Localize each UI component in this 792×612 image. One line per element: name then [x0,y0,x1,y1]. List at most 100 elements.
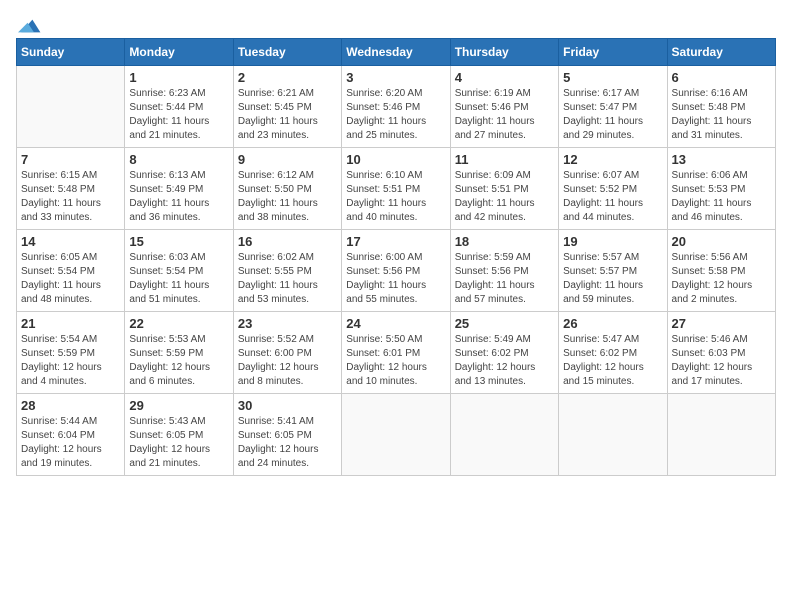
day-number: 8 [129,152,228,167]
logo-icon [18,16,42,36]
day-number: 17 [346,234,445,249]
day-number: 7 [21,152,120,167]
day-number: 24 [346,316,445,331]
calendar-cell: 30Sunrise: 5:41 AM Sunset: 6:05 PM Dayli… [233,394,341,476]
calendar-cell: 4 Sunrise: 6:19 AM Sunset: 5:46 PM Daylig… [450,66,558,148]
day-info: Sunrise: 6:13 AM Sunset: 5:49 PM Dayligh… [129,169,228,225]
day-info: Sunrise: 6:20 AM Sunset: 5:46 PM Dayligh… [346,87,445,143]
day-number: 21 [21,316,120,331]
day-number: 27 [672,316,771,331]
day-number: 10 [346,152,445,167]
day-info: Sunrise: 5:57 AM Sunset: 5:57 PM Dayligh… [563,251,662,307]
day-number: 3 [346,70,445,85]
calendar-cell: 12 Sunrise: 6:07 AM Sunset: 5:52 PM Dayli… [559,148,667,230]
day-info: Sunrise: 6:21 AM Sunset: 5:45 PM Dayligh… [238,87,337,143]
weekday-wednesday: Wednesday [342,39,450,66]
calendar-cell: 23 Sunrise: 5:52 AM Sunset: 6:00 PM Dayli… [233,312,341,394]
calendar-cell: 29Sunrise: 5:43 AM Sunset: 6:05 PM Dayli… [125,394,233,476]
calendar-cell: 13 Sunrise: 6:06 AM Sunset: 5:53 PM Dayli… [667,148,775,230]
day-info: Sunrise: 6:05 AM Sunset: 5:54 PM Dayligh… [21,251,120,307]
day-info: Sunrise: 6:12 AM Sunset: 5:50 PM Dayligh… [238,169,337,225]
calendar-cell: 1 Sunrise: 6:23 AM Sunset: 5:44 PM Daylig… [125,66,233,148]
day-info: Sunrise: 5:53 AM Sunset: 5:59 PM Dayligh… [129,333,228,389]
calendar-week-2: 7 Sunrise: 6:15 AM Sunset: 5:48 PM Daylig… [17,148,776,230]
day-info: Sunrise: 6:19 AM Sunset: 5:46 PM Dayligh… [455,87,554,143]
calendar-table: SundayMondayTuesdayWednesdayThursdayFrid… [16,38,776,476]
calendar-cell: 25Sunrise: 5:49 AM Sunset: 6:02 PM Dayli… [450,312,558,394]
day-number: 11 [455,152,554,167]
day-number: 18 [455,234,554,249]
calendar-cell: 20 Sunrise: 5:56 AM Sunset: 5:58 PM Dayli… [667,230,775,312]
day-number: 23 [238,316,337,331]
calendar-cell: 7 Sunrise: 6:15 AM Sunset: 5:48 PM Daylig… [17,148,125,230]
calendar-cell: 21 Sunrise: 5:54 AM Sunset: 5:59 PM Dayli… [17,312,125,394]
day-info: Sunrise: 5:54 AM Sunset: 5:59 PM Dayligh… [21,333,120,389]
day-number: 28 [21,398,120,413]
day-number: 19 [563,234,662,249]
calendar-cell: 2 Sunrise: 6:21 AM Sunset: 5:45 PM Daylig… [233,66,341,148]
calendar-cell: 11 Sunrise: 6:09 AM Sunset: 5:51 PM Dayli… [450,148,558,230]
calendar-cell: 15 Sunrise: 6:03 AM Sunset: 5:54 PM Dayli… [125,230,233,312]
calendar-cell: 22 Sunrise: 5:53 AM Sunset: 5:59 PM Dayli… [125,312,233,394]
calendar-week-1: 1 Sunrise: 6:23 AM Sunset: 5:44 PM Daylig… [17,66,776,148]
calendar-cell: 16Sunrise: 6:02 AM Sunset: 5:55 PM Dayli… [233,230,341,312]
calendar-header: SundayMondayTuesdayWednesdayThursdayFrid… [17,39,776,66]
calendar-cell [450,394,558,476]
calendar-cell: 28 Sunrise: 5:44 AM Sunset: 6:04 PM Dayli… [17,394,125,476]
day-info: Sunrise: 6:07 AM Sunset: 5:52 PM Dayligh… [563,169,662,225]
day-number: 26 [563,316,662,331]
day-info: Sunrise: 6:15 AM Sunset: 5:48 PM Dayligh… [21,169,120,225]
calendar-week-3: 14 Sunrise: 6:05 AM Sunset: 5:54 PM Dayli… [17,230,776,312]
weekday-header-row: SundayMondayTuesdayWednesdayThursdayFrid… [17,39,776,66]
day-number: 15 [129,234,228,249]
day-number: 9 [238,152,337,167]
weekday-thursday: Thursday [450,39,558,66]
calendar-cell: 19 Sunrise: 5:57 AM Sunset: 5:57 PM Dayli… [559,230,667,312]
day-number: 25 [455,316,554,331]
day-number: 2 [238,70,337,85]
day-info: Sunrise: 6:02 AM Sunset: 5:55 PM Dayligh… [238,251,337,307]
day-info: Sunrise: 6:23 AM Sunset: 5:44 PM Dayligh… [129,87,228,143]
calendar-cell: 27 Sunrise: 5:46 AM Sunset: 6:03 PM Dayli… [667,312,775,394]
weekday-tuesday: Tuesday [233,39,341,66]
day-number: 14 [21,234,120,249]
day-number: 22 [129,316,228,331]
day-info: Sunrise: 5:50 AM Sunset: 6:01 PM Dayligh… [346,333,445,389]
day-number: 29 [129,398,228,413]
day-number: 12 [563,152,662,167]
day-info: Sunrise: 6:17 AM Sunset: 5:47 PM Dayligh… [563,87,662,143]
day-number: 4 [455,70,554,85]
day-info: Sunrise: 6:16 AM Sunset: 5:48 PM Dayligh… [672,87,771,143]
calendar-body: 1 Sunrise: 6:23 AM Sunset: 5:44 PM Daylig… [17,66,776,476]
day-info: Sunrise: 5:52 AM Sunset: 6:00 PM Dayligh… [238,333,337,389]
day-number: 5 [563,70,662,85]
day-info: Sunrise: 6:06 AM Sunset: 5:53 PM Dayligh… [672,169,771,225]
day-info: Sunrise: 5:56 AM Sunset: 5:58 PM Dayligh… [672,251,771,307]
calendar-cell [342,394,450,476]
day-number: 1 [129,70,228,85]
day-info: Sunrise: 5:44 AM Sunset: 6:04 PM Dayligh… [21,415,120,471]
calendar-cell: 6 Sunrise: 6:16 AM Sunset: 5:48 PM Daylig… [667,66,775,148]
day-number: 6 [672,70,771,85]
day-number: 13 [672,152,771,167]
day-info: Sunrise: 6:03 AM Sunset: 5:54 PM Dayligh… [129,251,228,307]
day-info: Sunrise: 5:41 AM Sunset: 6:05 PM Dayligh… [238,415,337,471]
logo [16,16,42,30]
calendar-week-5: 28 Sunrise: 5:44 AM Sunset: 6:04 PM Dayli… [17,394,776,476]
calendar-cell: 5 Sunrise: 6:17 AM Sunset: 5:47 PM Daylig… [559,66,667,148]
day-info: Sunrise: 6:10 AM Sunset: 5:51 PM Dayligh… [346,169,445,225]
day-info: Sunrise: 5:46 AM Sunset: 6:03 PM Dayligh… [672,333,771,389]
day-info: Sunrise: 6:09 AM Sunset: 5:51 PM Dayligh… [455,169,554,225]
weekday-sunday: Sunday [17,39,125,66]
calendar-cell: 17 Sunrise: 6:00 AM Sunset: 5:56 PM Dayli… [342,230,450,312]
day-info: Sunrise: 6:00 AM Sunset: 5:56 PM Dayligh… [346,251,445,307]
calendar-cell: 8 Sunrise: 6:13 AM Sunset: 5:49 PM Daylig… [125,148,233,230]
day-number: 20 [672,234,771,249]
calendar-week-4: 21 Sunrise: 5:54 AM Sunset: 5:59 PM Dayli… [17,312,776,394]
weekday-monday: Monday [125,39,233,66]
weekday-saturday: Saturday [667,39,775,66]
calendar-cell: 26 Sunrise: 5:47 AM Sunset: 6:02 PM Dayli… [559,312,667,394]
day-info: Sunrise: 5:47 AM Sunset: 6:02 PM Dayligh… [563,333,662,389]
calendar-cell: 14 Sunrise: 6:05 AM Sunset: 5:54 PM Dayli… [17,230,125,312]
calendar-cell: 9 Sunrise: 6:12 AM Sunset: 5:50 PM Daylig… [233,148,341,230]
